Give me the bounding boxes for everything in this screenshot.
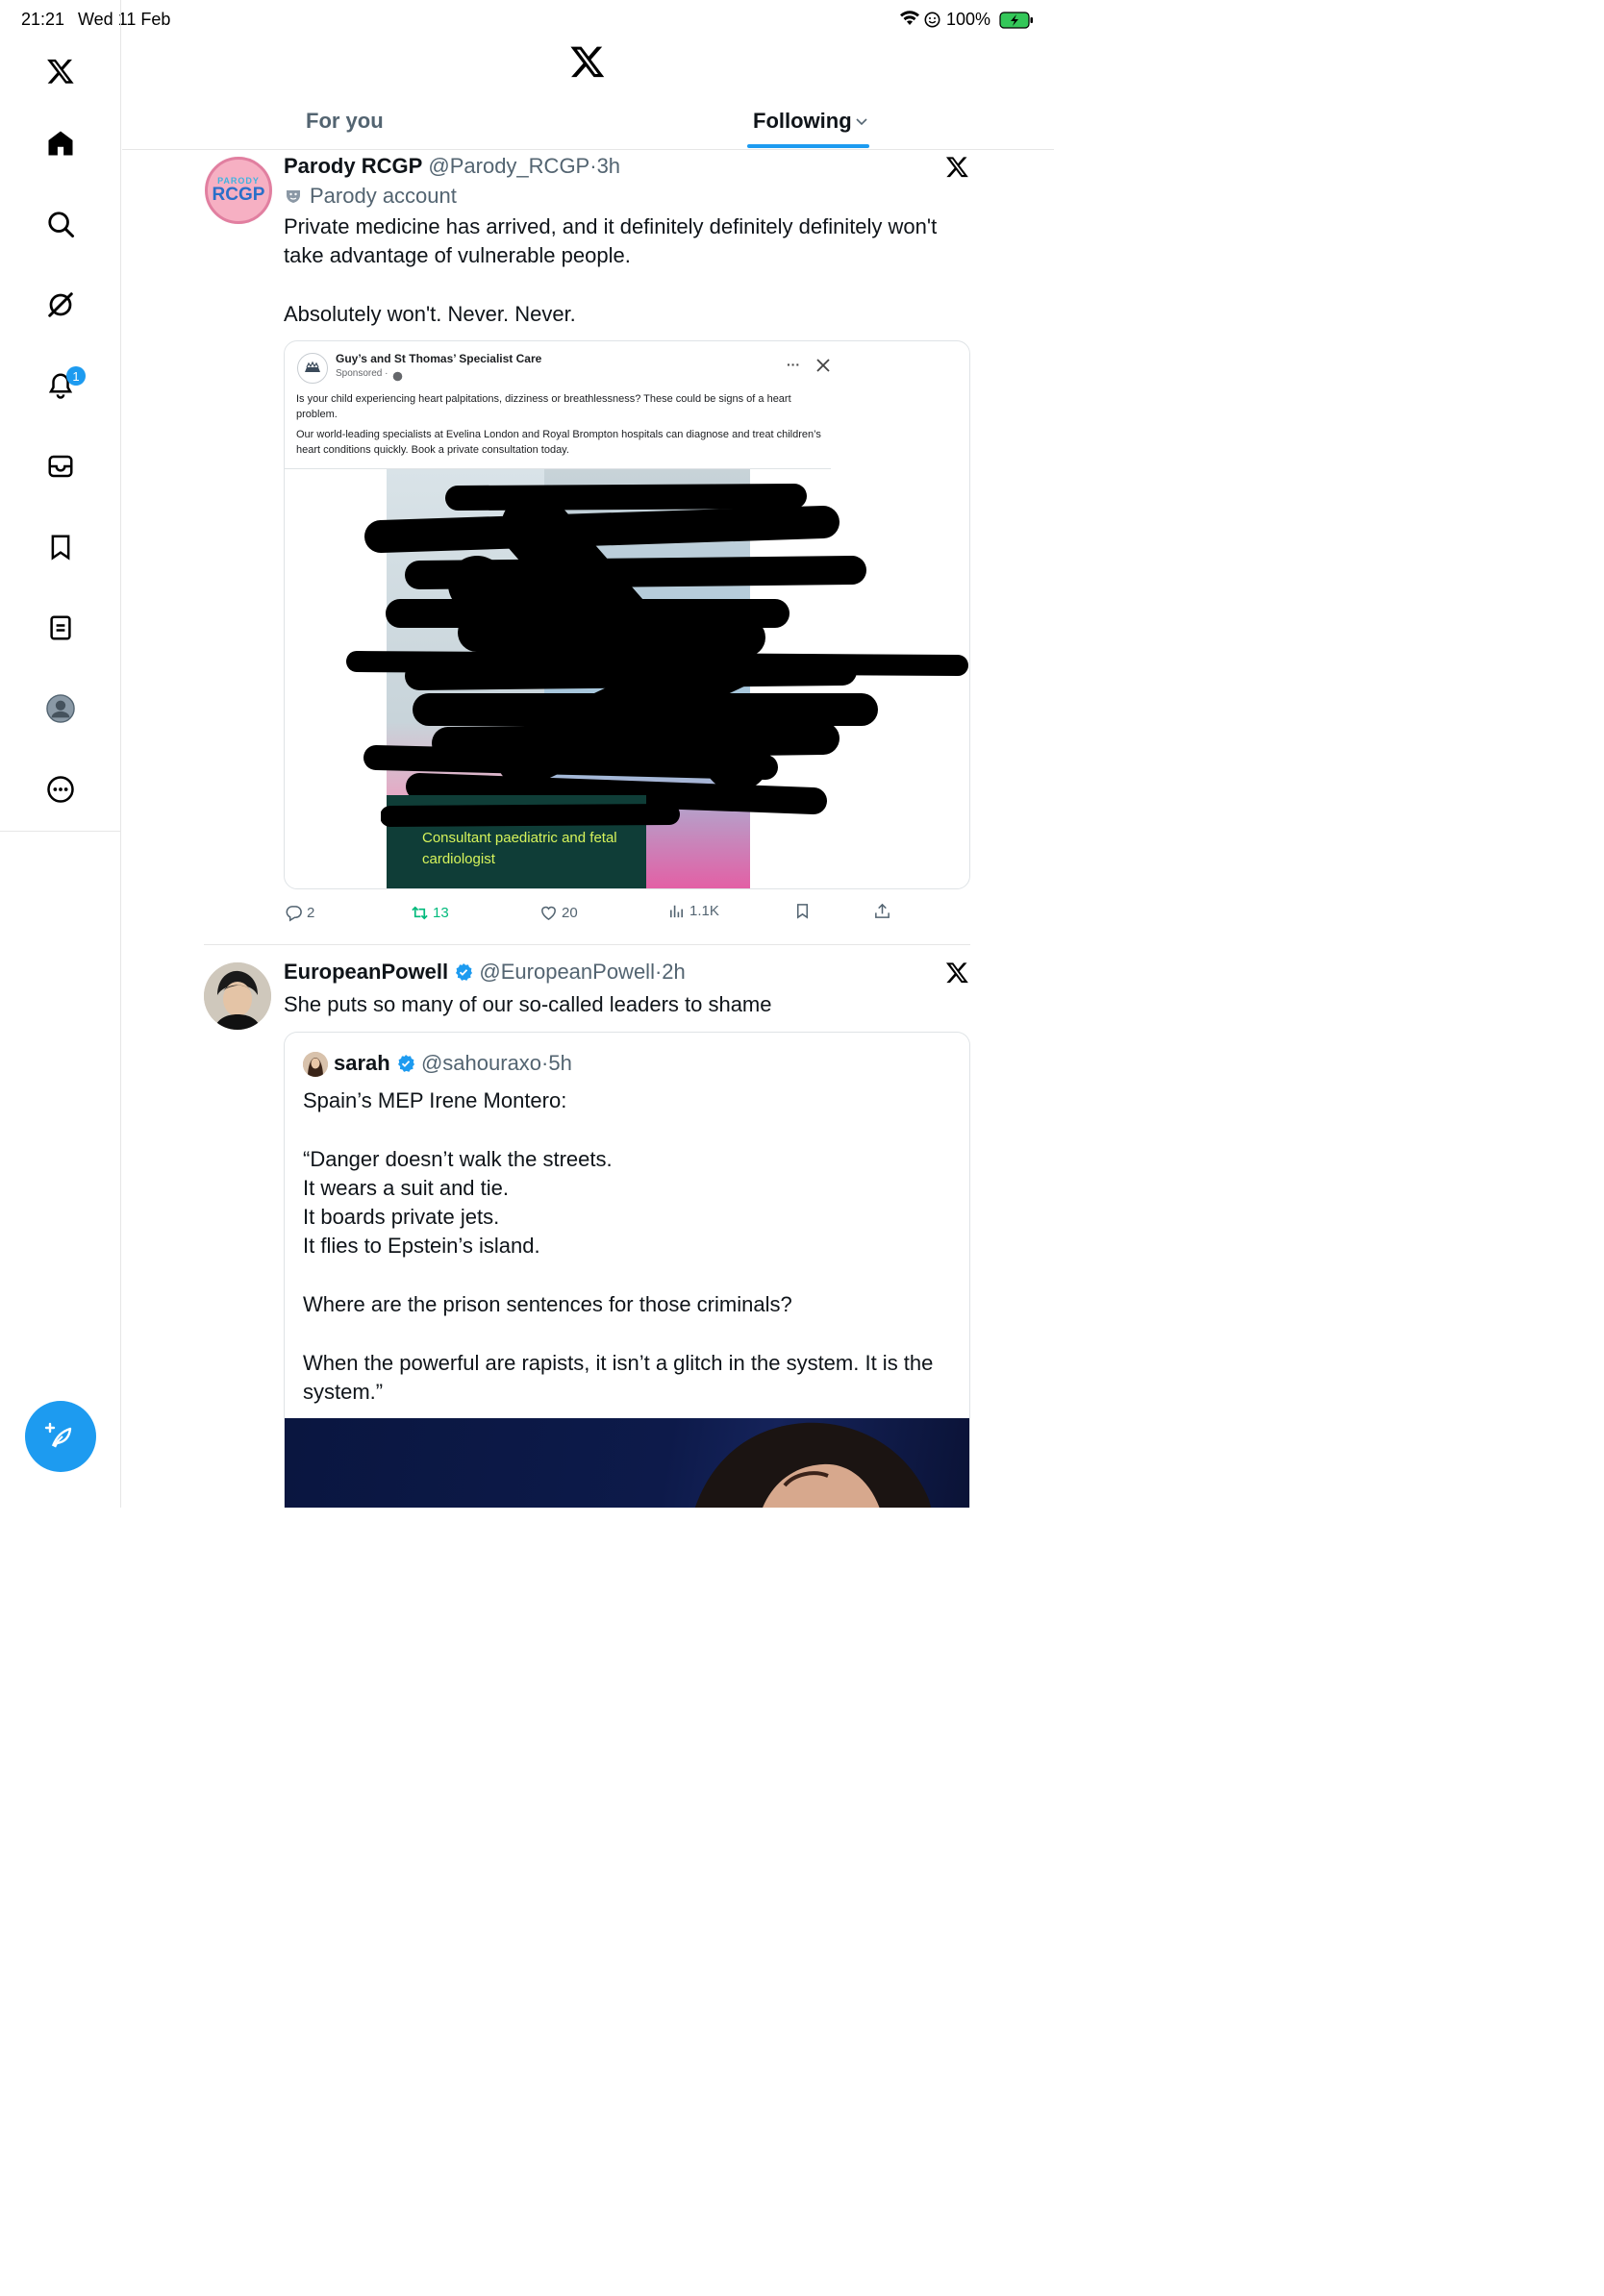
redaction-scribble	[346, 484, 968, 814]
sidebar-divider	[0, 831, 121, 832]
quoted-author-name: sarah	[334, 1051, 390, 1075]
grok-x-icon[interactable]	[945, 155, 969, 184]
parody-label: Parody account	[285, 184, 457, 209]
quoted-tweet[interactable]: sarah @sahouraxo·5h Spain’s MEP Irene Mo…	[284, 1032, 970, 1508]
tab-active-indicator	[747, 144, 869, 148]
quoted-time: 5h	[548, 1051, 572, 1075]
profile-avatar-icon[interactable]	[40, 688, 81, 729]
post-time[interactable]: 2h	[662, 960, 685, 984]
verified-badge-icon	[456, 963, 473, 981]
views-button[interactable]: 1.1K	[667, 902, 719, 920]
tab-for-you[interactable]: For you	[306, 109, 384, 134]
author-name[interactable]: Parody RCGP	[284, 154, 422, 178]
heart-icon	[541, 906, 556, 921]
ad-sponsored-label: Sponsored ·	[336, 368, 388, 379]
bookmark-icon	[796, 904, 809, 919]
tweet-header-2: EuropeanPowell @EuropeanPowell·2h	[284, 960, 686, 985]
repost-button[interactable]: 13	[411, 904, 449, 922]
globe-icon	[392, 369, 403, 387]
view-count: 1.1K	[689, 903, 719, 919]
reply-icon	[286, 906, 302, 922]
focus-icon	[924, 12, 940, 33]
quoted-media[interactable]	[285, 1418, 969, 1508]
tweet-media[interactable]: Guy’s and St Thomas’ Specialist Care Spo…	[284, 340, 970, 889]
quoted-text-7: When the powerful are rapists, it isn’t …	[303, 1351, 934, 1404]
ad-paragraph-2: Our world-leading specialists at Evelina…	[296, 429, 821, 456]
like-count: 20	[562, 905, 578, 921]
avatar-rcgp-text: RCGP	[212, 185, 265, 205]
battery-icon	[999, 12, 1034, 34]
app-window: 21:21 Wed 11 Feb 100% 1 For you Followin…	[0, 0, 1054, 1508]
repost-count: 13	[433, 905, 449, 921]
battery-percent: 100%	[946, 10, 991, 29]
parody-label-text: Parody account	[310, 184, 457, 208]
sidebar: 1	[0, 0, 121, 1508]
compose-post-button[interactable]	[25, 1401, 96, 1472]
tweet-text: She puts so many of our so-called leader…	[284, 992, 772, 1016]
quoted-text-5: It flies to Epstein’s island.	[303, 1234, 540, 1258]
tweet-text-2: Absolutely won't. Never. Never.	[284, 302, 576, 326]
reply-count: 2	[307, 905, 315, 921]
quoted-avatar	[303, 1052, 328, 1077]
tab-following[interactable]: Following	[753, 109, 852, 134]
bookmark-button[interactable]	[793, 902, 812, 920]
like-button[interactable]: 20	[539, 904, 578, 922]
messages-icon[interactable]	[40, 446, 81, 487]
tweet-avatar-2[interactable]	[204, 962, 271, 1030]
quoted-text-2: “Danger doesn’t walk the streets.	[303, 1147, 613, 1171]
more-icon[interactable]	[40, 769, 81, 810]
ad-more-icon: ···	[787, 357, 800, 372]
grok-x-icon-2[interactable]	[945, 961, 969, 989]
wifi-icon	[900, 11, 919, 31]
author-handle[interactable]: @EuropeanPowell	[479, 960, 655, 984]
x-logo-icon[interactable]	[40, 51, 81, 91]
tweet-text: Private medicine has arrived, and it def…	[284, 214, 938, 267]
header-x-logo-icon[interactable]	[569, 43, 606, 80]
timeline-tabs	[122, 96, 1054, 150]
share-button[interactable]	[873, 902, 891, 920]
quoted-text-1: Spain’s MEP Irene Montero:	[303, 1088, 567, 1112]
home-icon[interactable]	[40, 123, 81, 163]
dot-separator: ·	[589, 154, 597, 178]
quoted-handle: @sahouraxo	[420, 1051, 542, 1075]
search-icon[interactable]	[40, 204, 81, 244]
bookmarks-icon[interactable]	[40, 527, 81, 567]
verified-badge-icon	[397, 1055, 414, 1072]
ad-paragraph-1: Is your child experiencing heart palpita…	[296, 393, 791, 420]
views-icon	[669, 905, 684, 918]
reply-button[interactable]: 2	[285, 904, 314, 922]
author-handle[interactable]: @Parody_RCGP	[428, 154, 589, 178]
lists-icon[interactable]	[40, 608, 81, 648]
author-name[interactable]: EuropeanPowell	[284, 960, 448, 984]
ad-close-icon	[816, 359, 830, 377]
tweet-avatar[interactable]: PARODY RCGP	[205, 157, 272, 224]
parody-mask-icon	[287, 190, 300, 203]
quoted-header: sarah @sahouraxo·5h	[334, 1051, 572, 1076]
nhs-crest-icon	[297, 353, 328, 384]
ad-sponsor-name: Guy’s and St Thomas’ Specialist Care	[336, 352, 542, 365]
chevron-down-icon[interactable]	[855, 115, 868, 133]
quoted-text-4: It boards private jets.	[303, 1205, 500, 1229]
repost-icon	[412, 906, 428, 920]
notifications-badge: 1	[66, 366, 86, 386]
post-time[interactable]: 3h	[597, 154, 620, 178]
grok-icon[interactable]	[40, 285, 81, 325]
share-icon	[875, 903, 890, 918]
tweet-header: Parody RCGP @Parody_RCGP·3h	[284, 154, 620, 179]
compose-feather-icon	[44, 1422, 72, 1448]
quoted-text-6: Where are the prison sentences for those…	[303, 1292, 792, 1316]
quoted-text-3: It wears a suit and tie.	[303, 1176, 509, 1200]
tweet-divider	[204, 944, 970, 945]
ad-caption: Consultant paediatric and fetal cardiolo…	[422, 830, 617, 867]
quoted-media-person	[694, 1422, 932, 1508]
